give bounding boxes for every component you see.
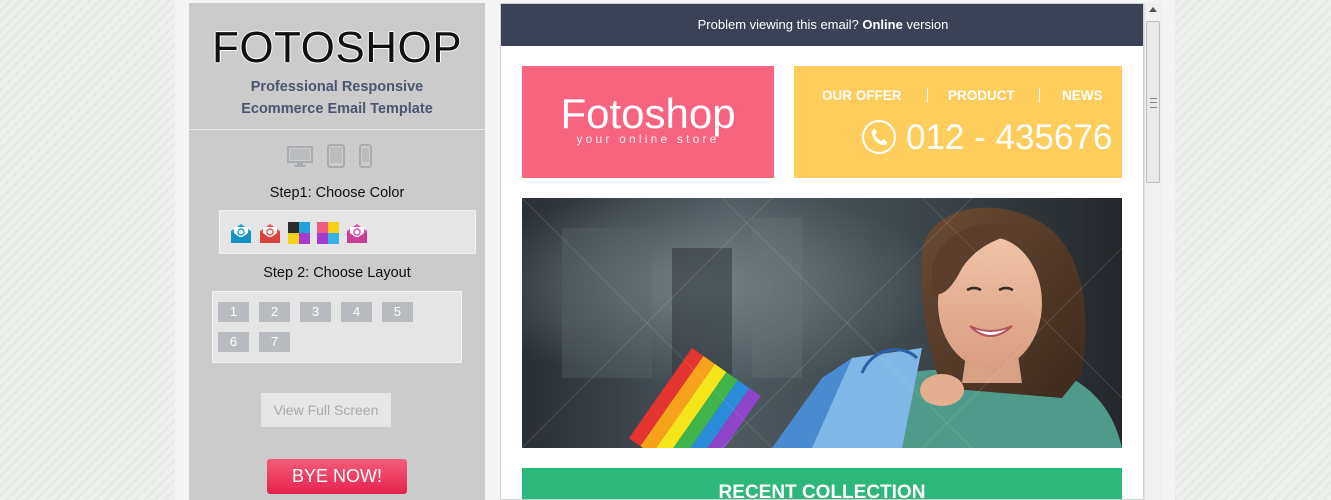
layout-picker: 1 2 3 4 5 6 7 — [212, 291, 462, 363]
email-topbar: Problem viewing this email? Online versi… — [501, 4, 1143, 46]
mobile-icon[interactable] — [359, 144, 372, 168]
template-sidebar: FOTOSHOP Professional Responsive Ecommer… — [189, 3, 485, 500]
nav-separator — [1039, 88, 1040, 103]
divider — [189, 129, 485, 130]
preview-scrollbar[interactable] — [1144, 3, 1162, 500]
layout-button-4[interactable]: 4 — [341, 302, 372, 322]
online-version-link[interactable]: Online — [862, 17, 902, 32]
layout-button-3[interactable]: 3 — [300, 302, 331, 322]
phone-icon — [862, 120, 896, 154]
brand-title: FOTOSHOP — [211, 23, 463, 72]
logo-subtitle: your online store — [576, 132, 720, 146]
desktop-icon[interactable] — [287, 146, 313, 168]
topbar-suffix: version — [906, 17, 949, 32]
layout-button-1[interactable]: 1 — [218, 302, 249, 322]
phone-number[interactable]: 012 - 435676 — [906, 118, 1112, 158]
scrollbar-thumb[interactable] — [1146, 21, 1160, 183]
header-nav-block: OUR OFFER PRODUCT NEWS 012 - 435676 — [794, 66, 1122, 178]
tablet-icon[interactable] — [327, 144, 345, 168]
step1-label: Step1: Choose Color — [269, 185, 405, 201]
blue-envelope-icon[interactable] — [230, 222, 252, 244]
nav-product[interactable]: PRODUCT — [948, 88, 1015, 103]
nav-our-offer[interactable]: OUR OFFER — [822, 88, 902, 103]
layout-button-6[interactable]: 6 — [218, 332, 249, 352]
tagline-line-2: Ecommerce Email Template — [241, 101, 433, 117]
hero-image — [522, 198, 1122, 448]
buy-now-button[interactable]: BYE NOW! — [267, 459, 407, 494]
nav-news[interactable]: NEWS — [1062, 88, 1103, 103]
nav-separator — [927, 88, 928, 103]
device-preview-switcher — [287, 144, 387, 170]
recent-collection-heading: RECENT COLLECTION — [522, 468, 1122, 499]
layout-button-7[interactable]: 7 — [259, 332, 290, 352]
layout-button-2[interactable]: 2 — [259, 302, 290, 322]
view-full-screen-button[interactable]: View Full Screen — [261, 393, 391, 427]
layout-button-5[interactable]: 5 — [382, 302, 413, 322]
red-envelope-icon[interactable] — [259, 222, 281, 244]
step2-label: Step 2: Choose Layout — [263, 265, 411, 281]
logo-block[interactable]: Fotoshop your online store — [522, 66, 774, 178]
topbar-text: Problem viewing this email? — [697, 17, 859, 32]
email-preview: Problem viewing this email? Online versi… — [500, 3, 1144, 500]
scroll-up-arrow-icon[interactable] — [1149, 7, 1157, 12]
color-squares-icon[interactable] — [288, 222, 310, 244]
logo-title: Fotoshop — [560, 90, 736, 137]
color-squares-alt-icon[interactable] — [317, 222, 339, 244]
brand-tagline: Professional Responsive Ecommerce Email … — [189, 76, 485, 120]
pink-envelope-icon[interactable] — [346, 222, 368, 244]
tagline-line-1: Professional Responsive — [250, 79, 424, 95]
color-picker — [219, 210, 476, 254]
grip-icon — [1150, 98, 1157, 108]
